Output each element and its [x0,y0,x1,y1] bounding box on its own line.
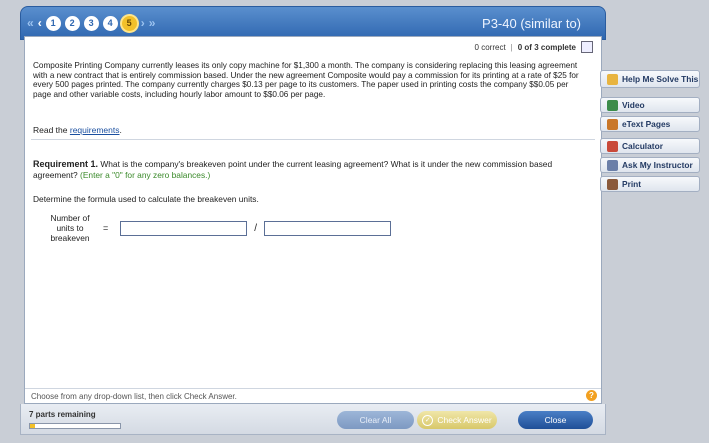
footer-divider [25,388,601,389]
division-slash: / [254,222,258,234]
calculator-label: Calculator [622,141,663,151]
formula-prompt: Determine the formula used to calculate … [33,194,259,204]
requirement-hint: (Enter a "0" for any zero balances.) [80,169,211,180]
read-prefix: Read the [33,125,70,135]
video-label: Video [622,100,645,110]
person-icon [607,159,618,171]
progress-bar [29,423,121,429]
step-3-button[interactable]: 3 [83,15,99,31]
calculator-button[interactable]: Calculator [600,138,700,154]
question-panel: 0 correct | 0 of 3 complete Composite Pr… [24,36,602,404]
problem-intro: Composite Printing Company currently lea… [33,61,579,99]
etext-label: eText Pages [622,119,671,129]
divider [31,139,595,140]
next-question-icon[interactable]: › [141,15,145,31]
question-document-icon[interactable] [581,41,593,53]
numerator-input[interactable] [120,220,248,236]
first-question-icon[interactable]: « [27,15,34,31]
step-5-button[interactable]: 5 [121,15,137,31]
help-solve-icon [607,73,618,85]
read-requirements: Read the requirements. [33,125,122,135]
question-nav: « ‹ 1 2 3 4 5 › » [27,15,155,31]
step-1-button[interactable]: 1 [45,15,61,31]
question-title: P3-40 (similar to) [482,16,581,31]
complete-count: 0 of 3 complete [517,42,576,52]
status-separator: | [510,42,513,52]
close-button[interactable]: Close [518,411,593,429]
breakeven-formula: Number of units to breakeven = / [45,213,392,243]
step-2-button[interactable]: 2 [64,15,80,31]
check-icon: ✓ [422,414,434,426]
denominator-input[interactable] [264,220,392,236]
video-button[interactable]: Video [600,97,700,113]
requirements-link[interactable]: requirements [70,125,120,135]
requirement-1: Requirement 1. What is the company's bre… [33,159,588,180]
last-question-icon[interactable]: » [149,15,156,31]
parts-remaining: 7 parts remaining [29,410,96,419]
print-label: Print [622,179,642,189]
book-icon [607,118,618,130]
video-icon [607,99,618,111]
ask-instructor-label: Ask My Instructor [622,160,693,170]
printer-icon [607,178,618,190]
calculator-icon [607,140,618,152]
ask-instructor-button[interactable]: Ask My Instructor [600,157,700,173]
equals-sign: = [103,223,109,233]
progress-fill [30,424,35,428]
instruction-hint: Choose from any drop-down list, then cli… [31,392,237,401]
read-suffix: . [119,125,122,135]
check-answer-button[interactable]: ✓ Check Answer [417,411,497,429]
help-icon[interactable]: ? [586,390,597,401]
print-button[interactable]: Print [600,176,700,192]
tools-panel: Help Me Solve This Video eText Pages Cal… [600,70,700,195]
requirement-label: Requirement 1. [33,159,99,169]
check-answer-label: Check Answer [437,415,492,425]
previous-question-icon[interactable]: ‹ [38,15,42,31]
correct-count: 0 correct [474,42,506,52]
formula-label: Number of units to breakeven [50,213,90,243]
etext-button[interactable]: eText Pages [600,116,700,132]
clear-all-button[interactable]: Clear All [337,411,414,429]
help-me-solve-label: Help Me Solve This [622,74,699,84]
help-me-solve-button[interactable]: Help Me Solve This [600,70,700,88]
question-header: « ‹ 1 2 3 4 5 › » P3-40 (similar to) [20,6,606,40]
score-status: 0 correct | 0 of 3 complete [475,41,593,53]
bottom-bar: 7 parts remaining Clear All ✓ Check Answ… [20,404,606,435]
step-4-button[interactable]: 4 [102,15,118,31]
